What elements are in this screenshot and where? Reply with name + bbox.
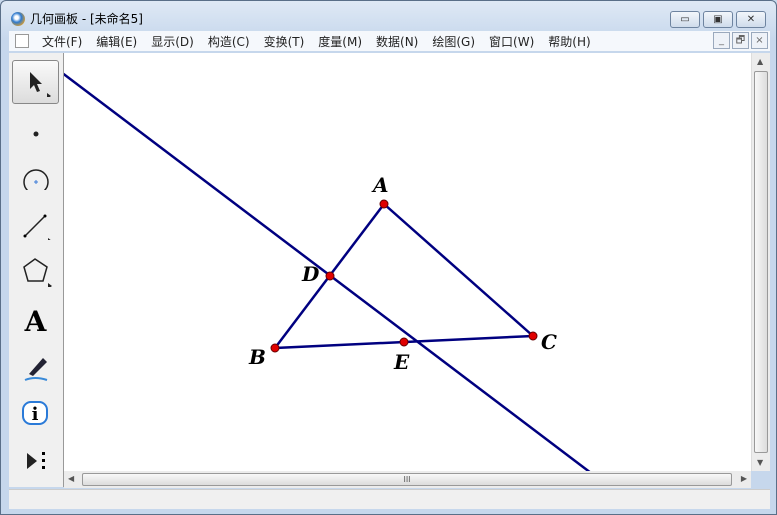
menu-data[interactable]: 数据(N)	[369, 33, 425, 50]
app-window: 几何画板 - [未命名5] ▭ ▣ ✕ 文件(F) 编辑(E) 显示(D) 构造…	[0, 0, 777, 515]
menu-transform[interactable]: 变换(T)	[257, 33, 312, 50]
arrow-select-tool[interactable]	[12, 60, 59, 104]
menu-edit[interactable]: 编辑(E)	[89, 33, 144, 50]
svg-text:i: i	[31, 404, 38, 425]
maximize-button[interactable]: ▣	[703, 11, 733, 28]
scroll-left-icon[interactable]: ◀	[68, 474, 74, 483]
menu-graph[interactable]: 绘图(G)	[425, 33, 482, 50]
marker-tool[interactable]	[12, 343, 59, 387]
point-d[interactable]	[325, 271, 335, 281]
document-icon[interactable]	[15, 34, 29, 48]
custom-tool-icon	[26, 452, 45, 469]
scroll-right-icon[interactable]: ▶	[741, 474, 747, 483]
point-icon	[33, 131, 38, 137]
point-e[interactable]	[399, 337, 409, 347]
doc-minimize-button[interactable]: _	[713, 32, 730, 49]
window-title: 几何画板 - [未命名5]	[30, 12, 143, 26]
menu-display[interactable]: 显示(D)	[144, 33, 201, 50]
vertical-scrollbar[interactable]: ▲ ▼	[751, 53, 770, 471]
scroll-down-icon[interactable]: ▼	[757, 458, 763, 467]
horizontal-scroll-thumb[interactable]: III	[82, 473, 732, 486]
menu-file[interactable]: 文件(F)	[35, 33, 89, 50]
point-tool[interactable]	[12, 106, 59, 150]
label-a[interactable]: A	[371, 173, 389, 197]
close-button[interactable]: ✕	[736, 11, 766, 28]
minimize-button[interactable]: ▭	[670, 11, 700, 28]
circle-icon	[22, 169, 49, 190]
polygon-tool[interactable]	[12, 248, 59, 292]
doc-restore-button[interactable]: 🗗	[732, 32, 749, 49]
status-bar	[9, 489, 770, 509]
scroll-up-icon[interactable]: ▲	[757, 57, 763, 66]
compass-tool[interactable]	[12, 153, 59, 197]
line-through-d-e[interactable]	[64, 72, 591, 471]
sketch-canvas[interactable]: A B C D E	[64, 53, 751, 471]
horizontal-scrollbar[interactable]: ◀ III ▶	[64, 471, 751, 488]
text-icon: A	[24, 304, 47, 338]
menu-construct[interactable]: 构造(C)	[201, 33, 257, 50]
arrow-icon	[29, 72, 51, 97]
toolbox: A i	[9, 53, 64, 487]
label-e[interactable]: E	[393, 350, 410, 374]
point-a[interactable]	[379, 199, 389, 209]
segment-icon	[23, 214, 51, 240]
menu-bar: 文件(F) 编辑(E) 显示(D) 构造(C) 变换(T) 度量(M) 数据(N…	[9, 31, 770, 51]
label-d[interactable]: D	[301, 262, 320, 286]
straightedge-tool[interactable]	[12, 201, 59, 245]
point-c[interactable]	[528, 331, 538, 341]
pentagon-icon	[22, 258, 52, 287]
app-icon	[11, 11, 25, 26]
vertical-scroll-thumb[interactable]	[754, 71, 768, 453]
marker-icon	[24, 358, 47, 381]
label-b[interactable]: B	[248, 345, 266, 369]
label-c[interactable]: C	[541, 330, 557, 354]
menu-measure[interactable]: 度量(M)	[311, 33, 369, 50]
doc-close-button[interactable]: ×	[751, 32, 768, 49]
geometry-drawing: A B C D E	[64, 72, 591, 471]
point-b[interactable]	[270, 343, 280, 353]
segment-ac[interactable]	[383, 203, 534, 337]
text-tool[interactable]: A	[12, 295, 59, 339]
custom-tool[interactable]	[12, 436, 59, 480]
title-bar: 几何画板 - [未命名5]	[11, 10, 143, 27]
menu-help[interactable]: 帮助(H)	[541, 33, 597, 50]
information-tool[interactable]: i	[12, 389, 59, 433]
info-icon: i	[21, 401, 48, 425]
menu-window[interactable]: 窗口(W)	[482, 33, 541, 50]
